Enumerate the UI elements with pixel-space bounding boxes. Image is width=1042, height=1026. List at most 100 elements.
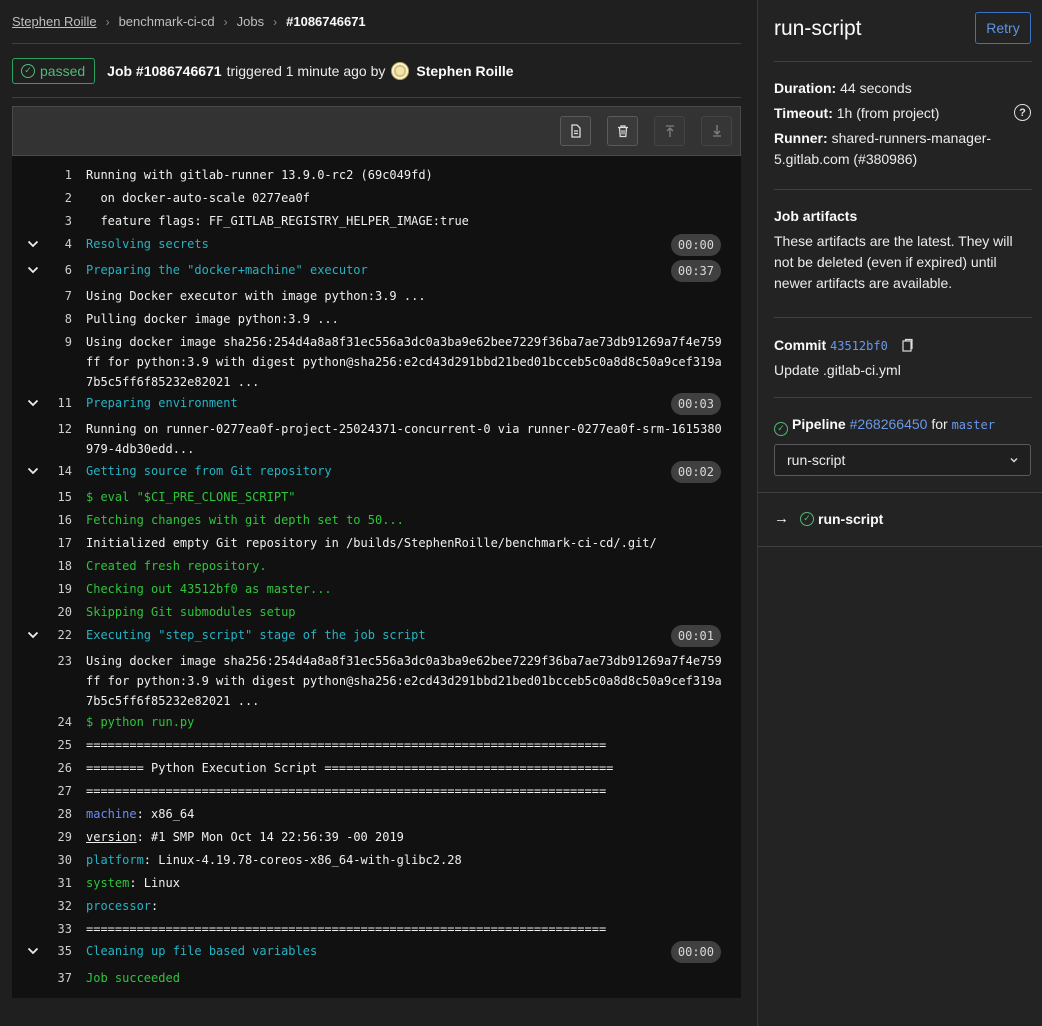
line-number[interactable]: 37 xyxy=(40,968,72,988)
status-success-icon: ✓ xyxy=(800,511,814,526)
log-key: processor xyxy=(86,899,152,913)
line-text: Using Docker executor with image python:… xyxy=(86,289,426,303)
retry-button[interactable]: Retry xyxy=(975,12,1031,44)
status-success-icon[interactable]: ✓ xyxy=(774,421,788,436)
line-number[interactable]: 7 xyxy=(40,286,72,306)
log-key: machine xyxy=(86,807,137,821)
pipeline-for: for xyxy=(931,416,948,432)
job-sidebar: run-script Retry Duration: 44 seconds Ti… xyxy=(757,0,1042,1026)
line-text: Fetching changes with git depth set to 5… xyxy=(86,513,404,527)
chevron-right-icon: › xyxy=(223,14,228,29)
line-text: machine: x86_64 xyxy=(86,804,726,824)
line-number[interactable]: 25 xyxy=(40,735,72,755)
timeout-row: Timeout: 1h (from project) xyxy=(774,103,1024,124)
chevron-down-icon[interactable] xyxy=(26,396,40,410)
help-icon[interactable]: ? xyxy=(1014,104,1031,121)
chevron-down-icon[interactable] xyxy=(26,944,40,958)
line-number[interactable]: 8 xyxy=(40,309,72,329)
divider xyxy=(758,546,1042,547)
log-key: version xyxy=(86,830,137,844)
copy-icon[interactable] xyxy=(902,338,914,352)
chevron-down-icon[interactable] xyxy=(26,464,40,478)
commit-message: Update .gitlab-ci.yml xyxy=(774,362,901,378)
pipeline-link[interactable]: #268266450 xyxy=(850,416,928,432)
duration-label: Duration: xyxy=(774,80,837,96)
line-number[interactable]: 12 xyxy=(40,419,72,439)
line-number[interactable]: 15 xyxy=(40,487,72,507)
line-text: on docker-auto-scale 0277ea0f xyxy=(86,191,310,205)
status-success-icon: ✓ xyxy=(21,63,35,78)
line-number[interactable]: 3 xyxy=(40,211,72,231)
line-text: Initialized empty Git repository in /bui… xyxy=(86,536,657,550)
commit-hash-link[interactable]: 43512bf0 xyxy=(830,339,888,353)
line-text: Running on runner-0277ea0f-project-25024… xyxy=(86,422,722,456)
section-duration-badge: 00:00 xyxy=(670,234,721,256)
pipeline-row: ✓ Pipeline #268266450 for master xyxy=(774,414,1024,436)
line-text: Created fresh repository. xyxy=(86,559,267,573)
line-number[interactable]: 17 xyxy=(40,533,72,553)
job-list-item[interactable]: → ✓ run-script xyxy=(774,510,883,527)
scroll-bottom-button[interactable] xyxy=(701,116,732,146)
breadcrumb-jobs[interactable]: Jobs xyxy=(237,14,264,29)
line-number[interactable]: 14 xyxy=(40,461,72,481)
line-number[interactable]: 16 xyxy=(40,510,72,530)
line-number[interactable]: 1 xyxy=(40,165,72,185)
erase-log-button[interactable] xyxy=(607,116,638,146)
line-number[interactable]: 29 xyxy=(40,827,72,847)
line-number[interactable]: 2 xyxy=(40,188,72,208)
line-number[interactable]: 28 xyxy=(40,804,72,824)
log-value: : Linux-4.19.78-coreos-x86_64-with-glibc… xyxy=(143,853,462,867)
job-main: Stephen Roille › benchmark-ci-cd › Jobs … xyxy=(0,0,757,1026)
line-number[interactable]: 24 xyxy=(40,712,72,732)
chevron-down-icon[interactable] xyxy=(26,628,40,642)
avatar[interactable] xyxy=(391,61,410,80)
line-text: Using docker image sha256:254d4a8a8f31ec… xyxy=(86,654,722,708)
line-number[interactable]: 32 xyxy=(40,896,72,916)
line-number[interactable]: 27 xyxy=(40,781,72,801)
line-text: ========================================… xyxy=(86,738,607,752)
line-number[interactable]: 30 xyxy=(40,850,72,870)
chevron-down-icon[interactable] xyxy=(26,263,40,277)
status-badge[interactable]: ✓ passed xyxy=(12,57,96,84)
scroll-down-icon xyxy=(712,125,721,137)
commit-label: Commit xyxy=(774,337,827,353)
raw-log-button[interactable] xyxy=(560,116,591,146)
job-log: 1 Running with gitlab-runner 13.9.0-rc2 (… xyxy=(12,156,741,998)
breadcrumb-current-job[interactable]: #1086746671 xyxy=(286,14,366,29)
line-number[interactable]: 23 xyxy=(40,651,72,671)
line-number[interactable]: 31 xyxy=(40,873,72,893)
line-text: Executing "step_script" stage of the job… xyxy=(86,628,426,642)
line-number[interactable]: 26 xyxy=(40,758,72,778)
arrow-right-icon: → xyxy=(774,510,789,527)
chevron-down-icon[interactable] xyxy=(26,237,40,251)
breadcrumb-user[interactable]: Stephen Roille xyxy=(12,14,97,29)
line-number[interactable]: 22 xyxy=(40,625,72,645)
line-text: Pulling docker image python:3.9 ... xyxy=(86,312,339,326)
line-text: Preparing environment xyxy=(86,396,238,410)
scroll-top-button[interactable] xyxy=(654,116,685,146)
line-text: ========================================… xyxy=(86,922,607,936)
stage-select[interactable]: run-script xyxy=(774,444,1031,476)
triggered-text: triggered 1 minute ago by xyxy=(226,62,386,79)
line-number[interactable]: 35 xyxy=(40,941,72,961)
divider xyxy=(774,189,1032,190)
line-text: Job succeeded xyxy=(86,971,180,985)
trash-icon xyxy=(617,125,628,138)
chevron-right-icon: › xyxy=(273,14,278,29)
breadcrumb: Stephen Roille › benchmark-ci-cd › Jobs … xyxy=(12,0,741,44)
line-number[interactable]: 33 xyxy=(40,919,72,939)
line-number[interactable]: 9 xyxy=(40,332,72,352)
line-number[interactable]: 20 xyxy=(40,602,72,622)
line-number[interactable]: 19 xyxy=(40,579,72,599)
artifacts-title: Job artifacts xyxy=(774,206,1024,227)
duration-row: Duration: 44 seconds xyxy=(774,78,1024,99)
line-number[interactable]: 6 xyxy=(40,260,72,280)
line-text: processor: xyxy=(86,896,726,916)
breadcrumb-project[interactable]: benchmark-ci-cd xyxy=(119,14,215,29)
branch-link[interactable]: master xyxy=(952,418,995,432)
line-number[interactable]: 18 xyxy=(40,556,72,576)
runner-row: Runner: shared-runners-manager-5.gitlab.… xyxy=(774,128,1004,170)
user-link[interactable]: Stephen Roille xyxy=(416,63,513,79)
line-number[interactable]: 4 xyxy=(40,234,72,254)
line-number[interactable]: 11 xyxy=(40,393,72,413)
